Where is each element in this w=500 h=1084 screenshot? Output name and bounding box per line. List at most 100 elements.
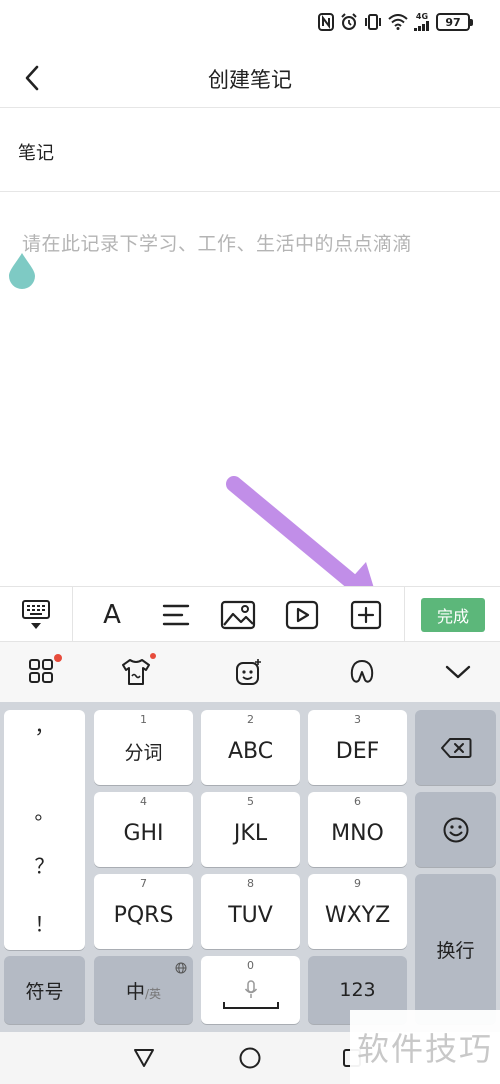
insert-more-button[interactable]	[344, 593, 388, 637]
keyboard-hide-icon	[22, 600, 50, 629]
punct-question-key[interactable]: ？	[4, 850, 85, 879]
circle-home-icon	[239, 1047, 261, 1069]
key-label: ABC	[227, 739, 274, 764]
key-label: PQRS	[113, 903, 174, 928]
zhong-label: 中	[125, 980, 145, 1003]
t9-key-6[interactable]: 6 MNO	[308, 792, 407, 867]
video-play-icon	[285, 600, 319, 630]
key-label: TUV	[228, 903, 273, 928]
notification-dot	[54, 654, 62, 662]
backspace-icon	[440, 737, 471, 758]
backspace-key[interactable]	[415, 710, 496, 785]
editor-toolbar: A 完成	[0, 586, 500, 643]
note-content-area[interactable]: 请在此记录下学习、工作、生活中的点点滴滴	[0, 193, 500, 585]
chevron-down-icon	[445, 665, 471, 679]
globe-icon	[175, 962, 187, 974]
nfc-icon	[318, 13, 334, 31]
keyboard-ai-button[interactable]	[340, 650, 384, 694]
font-style-button[interactable]: A	[90, 593, 134, 637]
space-bar-icon	[222, 1002, 279, 1009]
vibrate-icon	[365, 14, 381, 30]
microphone-icon	[244, 980, 257, 998]
toolbar-divider	[72, 587, 73, 643]
ai-assistant-icon	[350, 660, 374, 683]
key-number: 5	[247, 795, 254, 808]
keyboard-emoji-button[interactable]	[226, 650, 270, 694]
t9-key-9[interactable]: 9 WXYZ	[308, 874, 407, 949]
t9-key-7[interactable]: 7 PQRS	[94, 874, 193, 949]
key-number: 7	[140, 877, 147, 890]
insert-image-button[interactable]	[216, 593, 260, 637]
wifi-icon	[388, 14, 408, 30]
app-header: 创建笔记	[0, 46, 500, 108]
t9-key-8[interactable]: 8 TUV	[201, 874, 300, 949]
watermark: 软件技巧	[350, 1010, 500, 1084]
keyboard-toggle-button[interactable]	[14, 593, 58, 637]
notification-dot	[150, 653, 156, 659]
space-key[interactable]: 0	[201, 956, 300, 1024]
battery-indicator: 97	[436, 13, 473, 31]
note-title-row[interactable]: 笔记	[0, 109, 500, 192]
content-placeholder: 请在此记录下学习、工作、生活中的点点滴滴	[22, 233, 413, 255]
punct-comma-key[interactable]: ，	[4, 710, 85, 739]
nav-home-button[interactable]	[234, 1042, 266, 1074]
text-cursor-drop-icon[interactable]	[8, 251, 36, 289]
key-number: 1	[140, 713, 147, 726]
number-mode-label: 123	[339, 979, 376, 1001]
ying-label: /英	[144, 986, 162, 1001]
t9-keyboard: ， 。 ？ ！ 1 分词 2 ABC 3 DEF 4 GHI 5 JKL 6 M…	[0, 702, 500, 1032]
t9-key-2[interactable]: 2 ABC	[201, 710, 300, 785]
punct-period-key[interactable]: 。	[4, 796, 85, 825]
key-number: 3	[354, 713, 361, 726]
key-number: 2	[247, 713, 254, 726]
symbols-key[interactable]: 符号	[4, 956, 85, 1024]
toolbar-divider	[404, 587, 405, 643]
enter-key[interactable]: 换行	[415, 874, 496, 1024]
status-bar: 4G 97	[0, 0, 500, 46]
t9-key-5[interactable]: 5 JKL	[201, 792, 300, 867]
keyboard-top-bar	[0, 642, 500, 702]
emoji-key[interactable]	[415, 792, 496, 867]
note-title-field[interactable]: 笔记	[18, 139, 54, 165]
t9-key-4[interactable]: 4 GHI	[94, 792, 193, 867]
punct-exclaim-key[interactable]: ！	[4, 908, 85, 937]
key-label: 分词	[124, 742, 163, 764]
t9-key-1[interactable]: 1 分词	[94, 710, 193, 785]
align-left-icon	[162, 604, 190, 626]
key-number: 6	[354, 795, 361, 808]
plus-box-icon	[350, 600, 382, 630]
key-label: JKL	[233, 821, 268, 846]
signal-icon	[414, 21, 429, 31]
font-a-icon: A	[103, 600, 121, 630]
grid-apps-icon	[29, 659, 53, 683]
punctuation-column: ， 。 ？ ！	[4, 710, 85, 950]
language-switch-key[interactable]: 中/英	[94, 956, 193, 1024]
keyboard-skin-button[interactable]	[114, 650, 158, 694]
t9-key-3[interactable]: 3 DEF	[308, 710, 407, 785]
image-icon	[220, 600, 256, 630]
key-label: WXYZ	[324, 903, 391, 928]
key-label: DEF	[335, 739, 380, 764]
page-title: 创建笔记	[208, 68, 292, 92]
triangle-back-icon	[134, 1049, 154, 1067]
key-number: 8	[247, 877, 254, 890]
insert-video-button[interactable]	[280, 593, 324, 637]
keyboard-collapse-button[interactable]	[436, 650, 480, 694]
battery-level: 97	[445, 15, 461, 29]
key-number: 9	[354, 877, 361, 890]
enter-key-label: 换行	[436, 939, 475, 962]
align-button[interactable]	[154, 593, 198, 637]
nav-back-button[interactable]	[128, 1042, 160, 1074]
emoji-sticker-icon	[236, 659, 261, 685]
smiley-icon	[443, 817, 468, 842]
status-icons: 4G 97	[318, 13, 473, 31]
symbols-key-label: 符号	[25, 980, 64, 1003]
done-button[interactable]: 完成	[421, 598, 485, 632]
network-type: 4G	[415, 12, 429, 21]
key-label: MNO	[331, 821, 384, 846]
key-number: 0	[247, 959, 254, 972]
cellular-signal: 4G	[414, 13, 430, 31]
keyboard-apps-button[interactable]	[20, 650, 64, 694]
alarm-icon	[341, 13, 357, 30]
key-number: 4	[140, 795, 147, 808]
